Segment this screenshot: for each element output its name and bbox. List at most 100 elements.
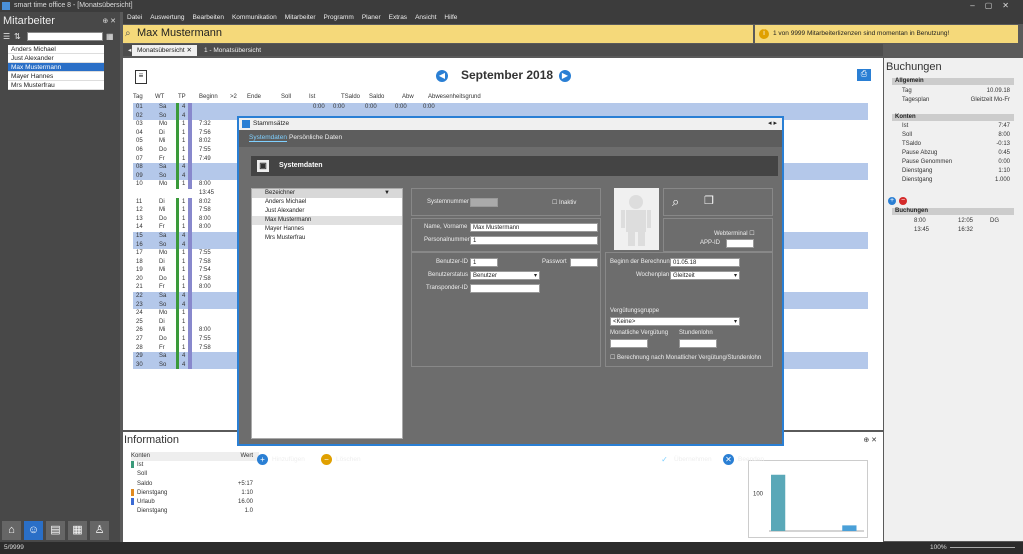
- menu-item[interactable]: Planer: [362, 12, 381, 24]
- booking-row[interactable]: 8:00 12:05 DG: [902, 217, 1012, 225]
- copy-icon[interactable]: ❐: [704, 194, 714, 207]
- column-header[interactable]: Soll: [281, 94, 291, 100]
- menu-item[interactable]: Hilfe: [444, 12, 457, 24]
- menu-item[interactable]: Bearbeiten: [193, 12, 224, 24]
- list-view-icon[interactable]: ☰: [3, 32, 12, 41]
- name-field[interactable]: Max Mustermann: [470, 223, 598, 232]
- grid-row[interactable]: Mrs Musterfrau: [252, 234, 402, 243]
- cell-tag: 11: [136, 198, 143, 205]
- filter-icon[interactable]: ▼: [384, 189, 390, 198]
- column-header[interactable]: Saldo: [369, 94, 384, 100]
- dialog-nav-icons[interactable]: ◂ ▸: [768, 118, 777, 130]
- day-plan-marker: [188, 163, 192, 172]
- menu-item[interactable]: Mitarbeiter: [285, 12, 316, 24]
- column-header[interactable]: Ist: [309, 94, 315, 100]
- employee-list-item[interactable]: Just Alexander: [8, 54, 104, 63]
- document-icon[interactable]: ▤: [46, 521, 65, 540]
- panel-close-icon[interactable]: ⊕ ✕: [863, 436, 877, 444]
- passwort-field[interactable]: [570, 258, 598, 267]
- berechnung-checkbox[interactable]: ☐ Berechnung nach Monatlicher Vergütung/…: [610, 354, 761, 361]
- column-header[interactable]: Tag: [133, 94, 143, 100]
- grid-view-icon[interactable]: ▦: [106, 32, 115, 41]
- monatliche-field[interactable]: [610, 339, 648, 348]
- booking-row[interactable]: 13:45 16:32: [902, 226, 1012, 234]
- close-button[interactable]: ✕ Beenden: [723, 454, 764, 466]
- print-icon[interactable]: ⎙: [857, 69, 871, 81]
- column-header[interactable]: TP: [178, 94, 186, 100]
- cell-tp: 1: [182, 344, 186, 351]
- benutzerstatus-select[interactable]: Benutzer: [470, 271, 540, 280]
- dialog-icon: [242, 120, 250, 128]
- grid-header[interactable]: Bezeichner ▼: [252, 189, 402, 198]
- beginn-field[interactable]: 01.05.18: [670, 258, 740, 267]
- group-konten[interactable]: Konten: [892, 114, 1014, 121]
- grid-row[interactable]: Max Mustermann: [252, 216, 402, 225]
- home-icon[interactable]: ⌂: [2, 521, 21, 540]
- column-header[interactable]: WT: [155, 94, 164, 100]
- delete-button[interactable]: − Löschen: [321, 454, 361, 466]
- tab-systemdaten[interactable]: Systemdaten: [249, 134, 287, 142]
- info-table-row[interactable]: Dienstgang 1:10: [131, 488, 259, 498]
- next-month-button[interactable]: ▶: [559, 70, 571, 82]
- wochenplan-select[interactable]: Gleitzeit: [670, 271, 740, 280]
- tab-monatsuebersicht[interactable]: Monatsübersicht ✕: [132, 45, 197, 56]
- add-button[interactable]: + Hinzufügen: [257, 454, 305, 466]
- stundenlohn-field[interactable]: [679, 339, 717, 348]
- webterminal-checkbox[interactable]: Webterminal ☐: [714, 230, 755, 237]
- menu-item[interactable]: Extras: [389, 12, 407, 24]
- tab-monatsuebersicht-1[interactable]: 1 - Monatsübersicht: [199, 45, 266, 56]
- search-icon[interactable]: ⌕: [125, 28, 131, 39]
- systemnummer-field[interactable]: [470, 198, 498, 207]
- menu-item[interactable]: Datei: [127, 12, 142, 24]
- info-table-row[interactable]: Dienstgang 1.0: [131, 507, 259, 516]
- column-header[interactable]: Abwesenheitsgrund: [428, 94, 481, 100]
- verguetungsgruppe-select[interactable]: <Keine>: [610, 317, 740, 326]
- group-buchungen[interactable]: Buchungen: [892, 208, 1014, 215]
- employee-list-item[interactable]: Max Mustermann: [8, 63, 104, 72]
- menu-item[interactable]: Auswertung: [150, 12, 184, 24]
- column-header[interactable]: Abw: [402, 94, 414, 100]
- employee-list-item[interactable]: Mayer Hannes: [8, 72, 104, 81]
- verguetungsgruppe-label: Vergütungsgruppe: [610, 308, 660, 314]
- employees-icon[interactable]: ☺: [24, 521, 43, 540]
- benutzer-id-field[interactable]: 1: [470, 258, 498, 267]
- ok-button[interactable]: ✓ Übernehmen: [659, 454, 711, 466]
- zoom-photo-icon[interactable]: ⌕: [672, 194, 679, 210]
- user-icon[interactable]: ♙: [90, 521, 109, 540]
- info-table-row[interactable]: Ist: [131, 461, 259, 470]
- employee-list-item[interactable]: Anders Michael: [8, 45, 104, 54]
- menu-item[interactable]: Kommunikation: [232, 12, 277, 24]
- personalnummer-field[interactable]: 1: [470, 236, 598, 245]
- column-header[interactable]: >2: [230, 94, 237, 100]
- column-header[interactable]: TSaldo: [341, 94, 360, 100]
- app-id-field[interactable]: [726, 239, 754, 248]
- inaktiv-checkbox[interactable]: ☐ Inaktiv: [552, 199, 576, 206]
- group-allgemein[interactable]: Allgemein: [892, 78, 1014, 85]
- panel-pin-icon[interactable]: ⊕ ✕: [102, 17, 116, 25]
- remove-booking-icon[interactable]: −: [899, 197, 907, 205]
- column-header[interactable]: Beginn: [199, 94, 218, 100]
- zoom-slider[interactable]: [950, 547, 1015, 548]
- column-header[interactable]: Ende: [247, 94, 261, 100]
- add-booking-icon[interactable]: +: [888, 197, 896, 205]
- sort-icon[interactable]: ⇅: [14, 32, 23, 41]
- menu-item[interactable]: Ansicht: [415, 12, 436, 24]
- document-icon[interactable]: ≡: [135, 70, 147, 84]
- previous-month-button[interactable]: ◀: [436, 70, 448, 82]
- transponder-field[interactable]: [470, 284, 540, 293]
- window-controls[interactable]: –▢✕: [970, 0, 1019, 12]
- menu-item[interactable]: Programm: [324, 12, 354, 24]
- employee-list-item[interactable]: Mrs Musterfrau: [8, 81, 104, 90]
- grid-row[interactable]: Just Alexander: [252, 207, 402, 216]
- info-table-row[interactable]: Urlaub 16.00: [131, 497, 259, 507]
- avatar[interactable]: [614, 188, 659, 250]
- tab-close-icon[interactable]: ✕: [187, 47, 192, 54]
- table-row[interactable]: 01 Sa 4 0:00 0:00 0:00 0:00 0:00: [133, 103, 868, 112]
- tab-persoenliche-daten[interactable]: Persönliche Daten: [289, 134, 342, 141]
- info-table-row[interactable]: Soll: [131, 470, 259, 479]
- info-table-row[interactable]: Saldo +5:17: [131, 480, 259, 489]
- calendar-icon[interactable]: ▦: [68, 521, 87, 540]
- grid-row[interactable]: Mayer Hannes: [252, 225, 402, 234]
- grid-row[interactable]: Anders Michael: [252, 198, 402, 207]
- employee-search-input[interactable]: [27, 32, 103, 41]
